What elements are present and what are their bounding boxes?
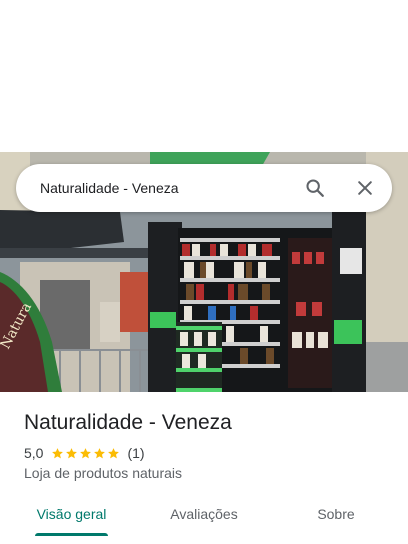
place-category: Loja de produtos naturais (24, 465, 182, 481)
star-icon (80, 447, 92, 458)
rating-row[interactable]: 5,0 (1) (24, 443, 145, 463)
star-icon (108, 447, 120, 458)
active-tab-indicator (35, 533, 108, 536)
star-icon (52, 447, 64, 458)
search-input[interactable]: Naturalidade - Veneza (40, 164, 179, 212)
search-button[interactable] (295, 164, 335, 212)
search-bar[interactable]: Naturalidade - Veneza (16, 164, 392, 212)
star-icon (66, 447, 78, 458)
star-rating (51, 447, 121, 460)
close-button[interactable] (345, 164, 385, 212)
place-tabs: Visão geral Avaliações Sobre (0, 492, 408, 536)
tab-reviews[interactable]: Avaliações (160, 492, 248, 536)
tab-overview[interactable]: Visão geral (35, 492, 108, 536)
search-icon (306, 179, 324, 197)
place-title: Naturalidade - Veneza (24, 411, 232, 434)
review-count[interactable]: (1) (127, 445, 144, 461)
rating-value: 5,0 (24, 445, 44, 461)
close-icon (358, 181, 372, 195)
star-icon (94, 447, 106, 458)
tab-about[interactable]: Sobre (306, 492, 366, 536)
